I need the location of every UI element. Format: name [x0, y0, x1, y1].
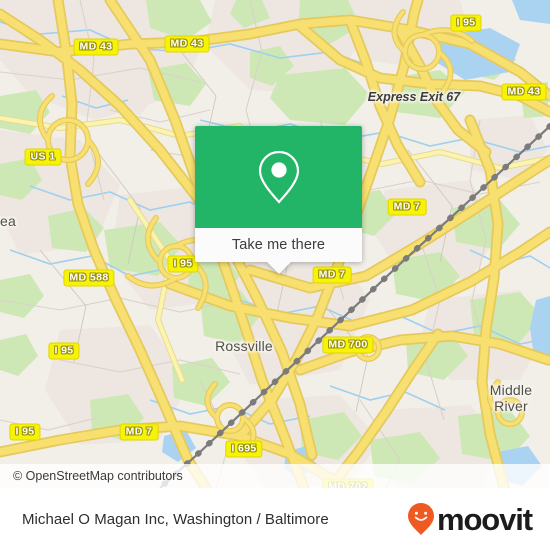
popup-image-panel [195, 126, 362, 228]
moovit-pin-smiley-icon [407, 503, 434, 535]
road-shield: MD 43 [73, 38, 119, 56]
footer-bar: Michael O Magan Inc, Washington / Baltim… [0, 488, 550, 550]
road-shield: I 695 [225, 440, 263, 458]
take-me-there-label: Take me there [231, 237, 326, 253]
popup-pointer-tail [266, 262, 291, 274]
moovit-wordmark: moovit [436, 501, 533, 537]
take-me-there-button[interactable]: Take me there [195, 228, 362, 262]
map-canvas[interactable]: MD 43 MD 43 MD 43 I 95 US 1 MD 588 I 95 … [0, 0, 550, 488]
attribution-text[interactable]: © OpenStreetMap contributors [0, 469, 183, 483]
footer-title: Michael O Magan Inc, Washington / Baltim… [22, 510, 329, 528]
location-popup[interactable]: Take me there [195, 126, 362, 274]
place-label-rossville: Rossville [215, 338, 273, 354]
exit-label: Express Exit 67 [367, 90, 461, 104]
map-attribution-bar: © OpenStreetMap contributors [0, 464, 550, 488]
place-label-line-2: River [494, 398, 528, 414]
map-screenshot-page: MD 43 MD 43 MD 43 I 95 US 1 MD 588 I 95 … [0, 0, 550, 550]
road-shield: MD 700 [322, 336, 374, 354]
road-shield: MD 43 [164, 35, 210, 53]
road-shield: I 95 [450, 14, 482, 32]
road-shield: MD 7 [312, 266, 352, 284]
road-shield: US 1 [24, 148, 62, 166]
road-shield: MD 7 [387, 198, 427, 216]
road-shield: MD 7 [119, 423, 159, 441]
road-shield: I 95 [167, 255, 199, 273]
road-shield: MD 43 [501, 83, 547, 101]
place-label-line-1: Middle [489, 382, 533, 398]
road-shield: I 95 [9, 423, 41, 441]
map-pin-icon [258, 150, 299, 204]
place-label-middle-river: Middle River [490, 382, 532, 414]
moovit-brand[interactable]: moovit [406, 502, 550, 536]
road-shield: MD 588 [63, 269, 115, 287]
place-label: ea [0, 213, 16, 229]
road-shield: I 95 [48, 342, 80, 360]
